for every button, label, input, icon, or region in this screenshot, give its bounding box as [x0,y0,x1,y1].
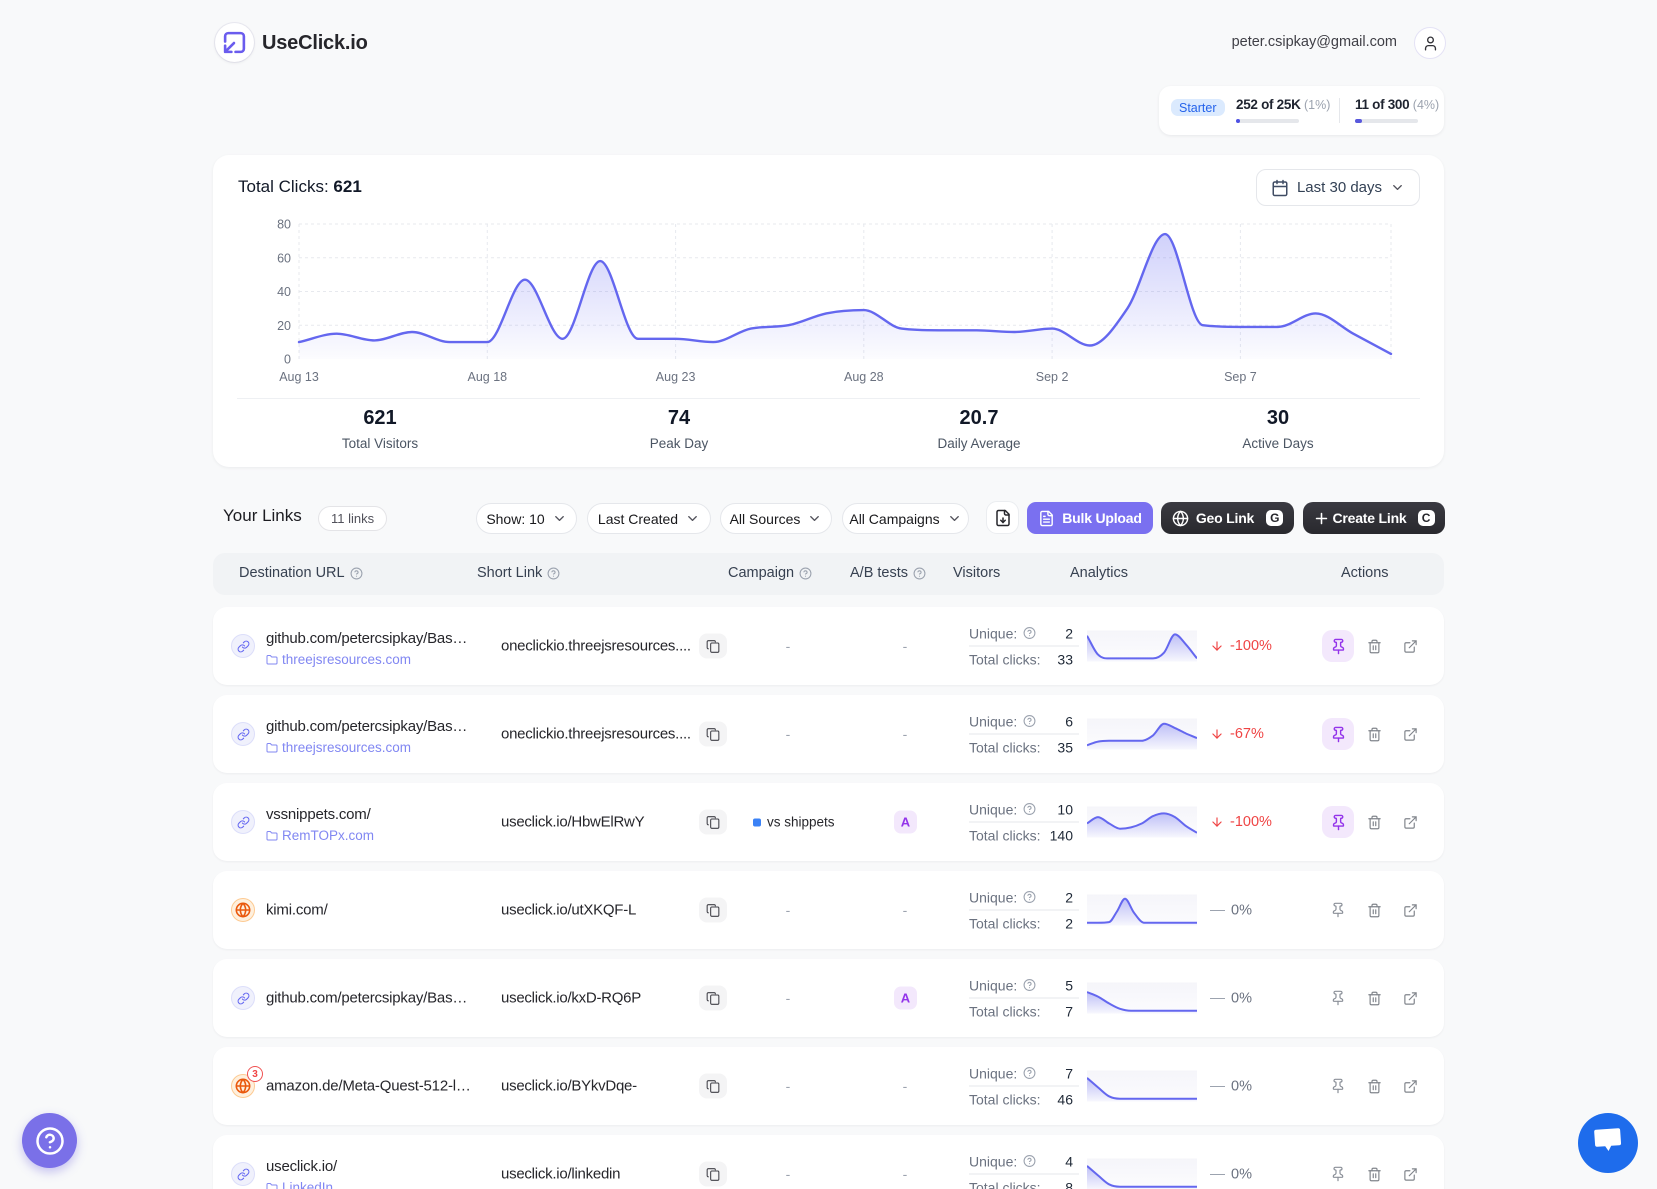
svg-text:Sep 2: Sep 2 [1036,370,1069,384]
svg-text:60: 60 [277,251,291,265]
svg-text:40: 40 [277,285,291,299]
svg-text:20: 20 [277,319,291,333]
svg-text:0: 0 [284,353,291,367]
svg-text:80: 80 [277,218,291,232]
svg-text:Aug 18: Aug 18 [467,370,507,384]
svg-text:Aug 28: Aug 28 [844,370,884,384]
svg-text:Aug 13: Aug 13 [279,370,319,384]
svg-text:Aug 23: Aug 23 [656,370,696,384]
svg-text:Sep 7: Sep 7 [1224,370,1257,384]
